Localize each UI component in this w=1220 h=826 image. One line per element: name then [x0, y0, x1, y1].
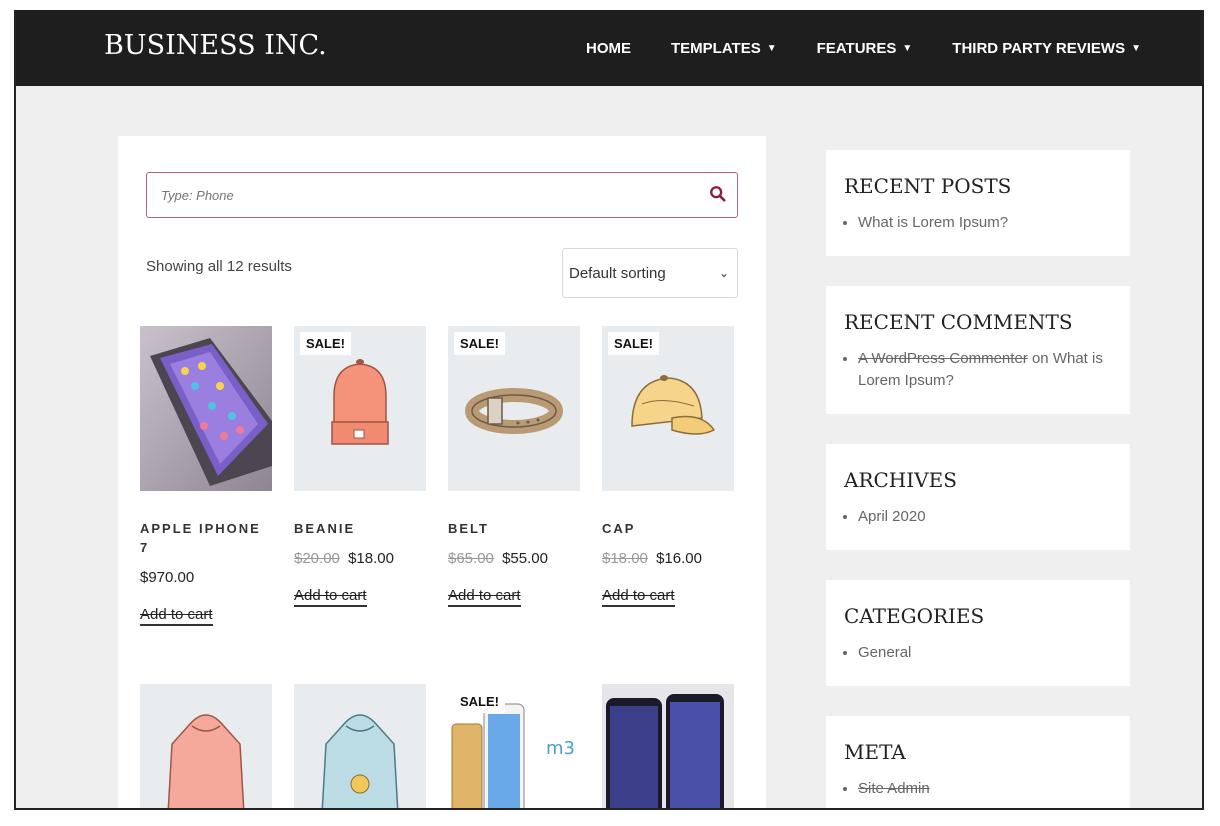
- search-input[interactable]: [159, 186, 683, 204]
- caret-down-icon: ▼: [1131, 43, 1141, 54]
- site-admin-link[interactable]: Site Admin: [858, 780, 930, 797]
- add-to-cart-button[interactable]: Add to cart: [294, 587, 367, 607]
- sale-badge: SALE!: [300, 332, 351, 355]
- nav-features-label: FEATURES: [816, 40, 897, 57]
- main-nav: HOME TEMPLATES ▼ FEATURES ▼ THIRD PARTY …: [586, 40, 1181, 57]
- widget-recent-posts: RECENT POSTS What is Lorem Ipsum?: [826, 150, 1130, 256]
- current-price: $18.00: [348, 550, 394, 567]
- old-price: $65.00: [448, 550, 494, 567]
- product-name[interactable]: BEANIE: [294, 519, 426, 538]
- current-price: $16.00: [656, 550, 702, 567]
- product-card: SALE! BEANIE $20.00 $18.00 Add to cart: [294, 326, 426, 626]
- widget-title: RECENT POSTS: [844, 174, 1012, 198]
- search-icon[interactable]: [709, 185, 727, 203]
- product-price: $970.00: [140, 569, 272, 586]
- shop-main: Showing all 12 results Default sorting ⌄: [118, 136, 766, 808]
- results-count: Showing all 12 results: [146, 258, 292, 275]
- svg-text:m3: m3: [546, 738, 575, 759]
- widget-meta: META Site Admin: [826, 716, 1130, 808]
- product-image-beanie[interactable]: SALE!: [294, 326, 426, 491]
- site-header: BUSINESS INC. HOME TEMPLATES ▼ FEATURES …: [16, 10, 1202, 86]
- sale-badge: SALE!: [454, 690, 505, 713]
- widget-recent-comments: RECENT COMMENTS A WordPress Commenter on…: [826, 286, 1130, 414]
- product-card: [294, 684, 426, 808]
- product-name[interactable]: BELT: [448, 519, 580, 538]
- list-item: Site Admin: [858, 778, 1112, 800]
- product-name[interactable]: APPLE IPHONE 7: [140, 519, 272, 557]
- list-item: April 2020: [858, 506, 1112, 528]
- nav-third-party-reviews-label: THIRD PARTY REVIEWS: [952, 40, 1126, 57]
- nav-features[interactable]: FEATURES ▼: [817, 40, 913, 57]
- product-grid: APPLE IPHONE 7 $970.00 Add to cart SALE!: [140, 326, 750, 808]
- sorting-label: Default sorting: [569, 264, 666, 282]
- caret-down-icon: ▼: [902, 43, 913, 54]
- comment-on-text: on: [1031, 350, 1049, 367]
- product-image-hoodie-pink[interactable]: [140, 684, 272, 808]
- browser-frame: BUSINESS INC. HOME TEMPLATES ▼ FEATURES …: [14, 10, 1204, 810]
- product-name[interactable]: CAP: [602, 519, 734, 538]
- current-price: $55.00: [502, 550, 548, 567]
- current-price: $970.00: [140, 569, 195, 586]
- product-card: APPLE IPHONE 7 $970.00 Add to cart: [140, 326, 272, 626]
- comment-author-link[interactable]: A WordPress Commenter: [858, 350, 1028, 367]
- sidebar: RECENT POSTS What is Lorem Ipsum? RECENT…: [826, 150, 1130, 808]
- product-search: [146, 172, 738, 218]
- site-logo[interactable]: BUSINESS INC.: [104, 30, 327, 61]
- product-image-phones-dark[interactable]: [602, 684, 734, 808]
- product-card: SALE! BELT $65.00 $55.00 Add to cart: [448, 326, 580, 626]
- sorting-select[interactable]: Default sorting ⌄: [562, 248, 738, 298]
- nav-home-label: HOME: [586, 40, 631, 57]
- widget-categories: CATEGORIES General: [826, 580, 1130, 686]
- product-price: $18.00 $16.00: [602, 550, 734, 567]
- product-image-belt[interactable]: SALE!: [448, 326, 580, 491]
- product-card: [602, 684, 734, 808]
- caret-down-icon: ▼: [766, 43, 777, 54]
- nav-home[interactable]: HOME: [586, 40, 631, 57]
- recent-post-link[interactable]: What is Lorem Ipsum?: [858, 214, 1008, 231]
- widget-title: RECENT COMMENTS: [844, 310, 1073, 334]
- product-card: SALE! CAP $18.00 $16.00 Add to cart: [602, 326, 734, 626]
- product-card: [140, 684, 272, 808]
- add-to-cart-button[interactable]: Add to cart: [448, 587, 521, 607]
- product-price: $65.00 $55.00: [448, 550, 580, 567]
- widget-title: ARCHIVES: [844, 468, 957, 492]
- sale-badge: SALE!: [454, 332, 505, 355]
- archive-link[interactable]: April 2020: [858, 508, 926, 525]
- product-price: $20.00 $18.00: [294, 550, 426, 567]
- list-item: What is Lorem Ipsum?: [858, 212, 1112, 234]
- category-link[interactable]: General: [858, 644, 911, 661]
- nav-third-party-reviews[interactable]: THIRD PARTY REVIEWS ▼: [952, 40, 1141, 57]
- widget-title: CATEGORIES: [844, 604, 985, 628]
- list-item: General: [858, 642, 1112, 664]
- product-image-phones-m3[interactable]: m3 SALE!: [448, 684, 580, 808]
- old-price: $18.00: [602, 550, 648, 567]
- chevron-down-icon: ⌄: [718, 266, 729, 280]
- add-to-cart-button[interactable]: Add to cart: [602, 587, 675, 607]
- list-item: A WordPress Commenter on What is Lorem I…: [858, 348, 1112, 392]
- nav-templates[interactable]: TEMPLATES ▼: [671, 40, 777, 57]
- old-price: $20.00: [294, 550, 340, 567]
- product-image-cap[interactable]: SALE!: [602, 326, 734, 491]
- product-image-hoodie-blue[interactable]: [294, 684, 426, 808]
- sale-badge: SALE!: [608, 332, 659, 355]
- widget-archives: ARCHIVES April 2020: [826, 444, 1130, 550]
- add-to-cart-button[interactable]: Add to cart: [140, 606, 213, 626]
- product-image-phone[interactable]: [140, 326, 272, 491]
- widget-title: META: [844, 740, 906, 764]
- nav-templates-label: TEMPLATES: [671, 40, 761, 57]
- product-card: m3 SALE!: [448, 684, 580, 808]
